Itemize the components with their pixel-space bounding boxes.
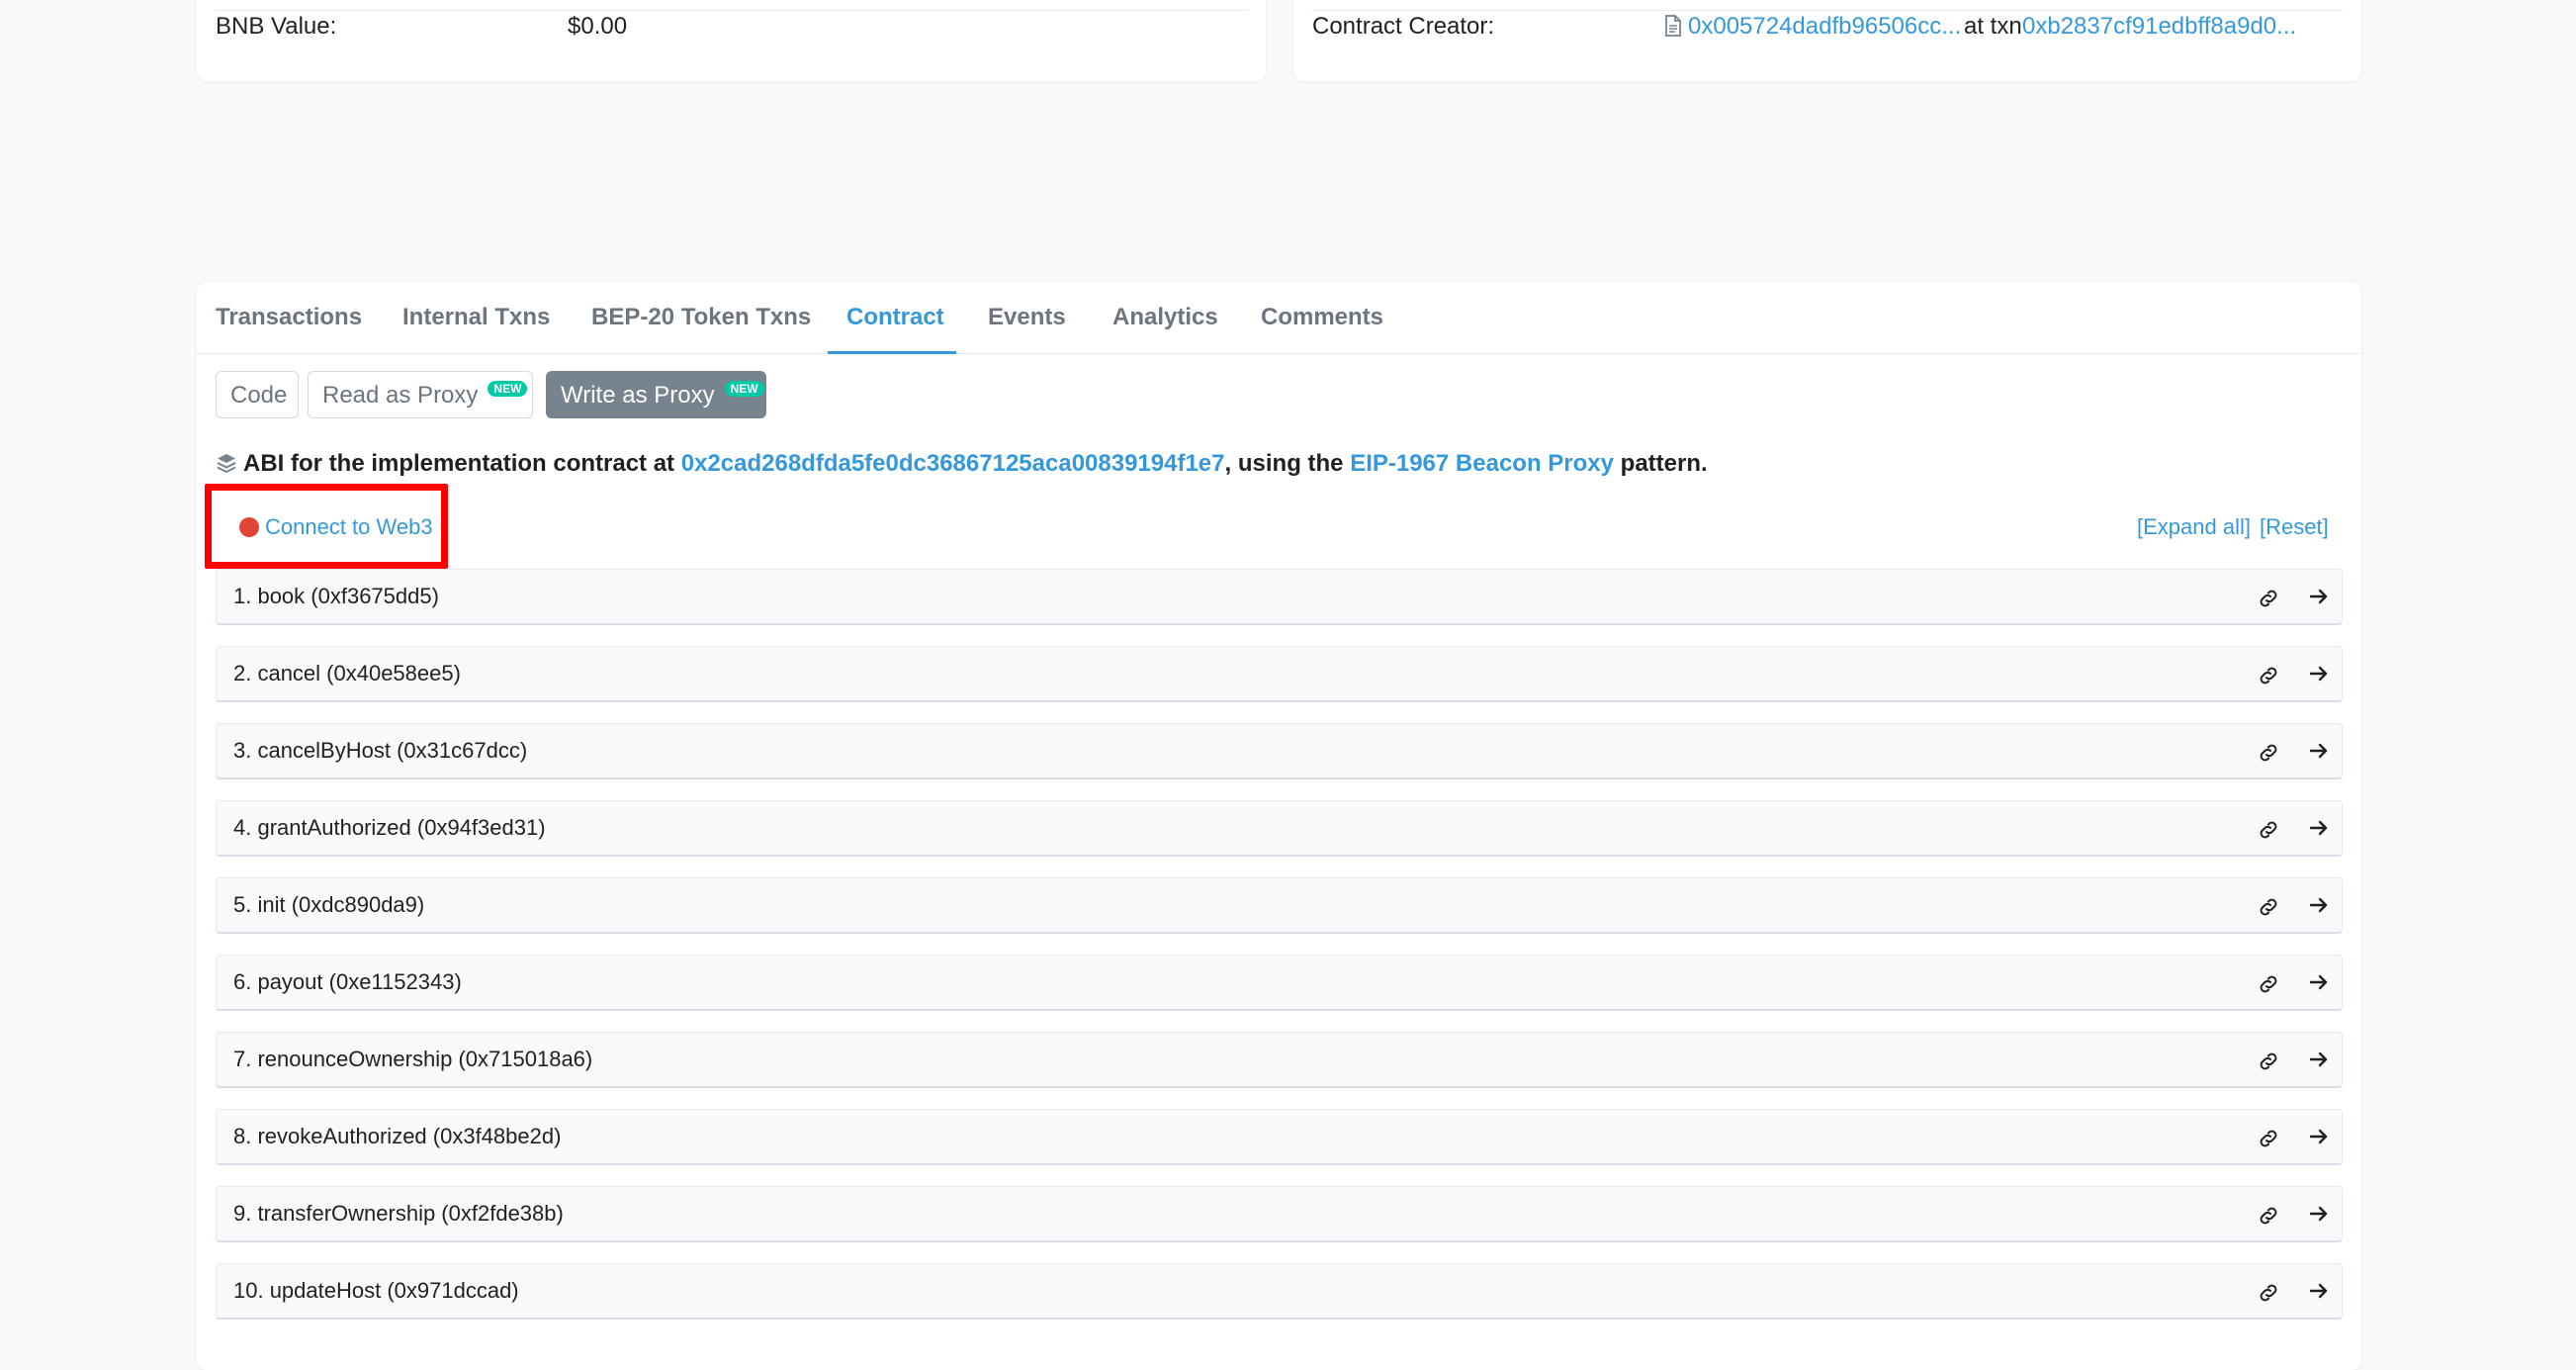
function-label: 5. init (0xdc890da9) — [233, 892, 425, 917]
function-label: 6. payout (0xe1152343) — [233, 969, 462, 994]
arrow-right-icon[interactable] — [2307, 1048, 2331, 1071]
function-row[interactable]: 7. renounceOwnership (0x715018a6) — [216, 1032, 2343, 1088]
link-icon[interactable] — [2257, 1281, 2280, 1305]
layers-icon — [217, 454, 236, 474]
function-label: 1. book (0xf3675dd5) — [233, 584, 439, 608]
function-label: 8. revokeAuthorized (0x3f48be2d) — [233, 1124, 562, 1148]
code-button-label: Code — [230, 382, 288, 409]
bnb-value-label: BNB Value: — [216, 13, 337, 40]
link-icon[interactable] — [2257, 741, 2280, 765]
connect-to-web3-button[interactable]: Connect to Web3 — [239, 512, 433, 542]
abi-middle: , using the — [1224, 450, 1344, 477]
link-icon[interactable] — [2257, 587, 2280, 610]
function-row[interactable]: 1. book (0xf3675dd5) — [216, 569, 2343, 625]
write-as-proxy-label: Write as Proxy — [561, 382, 715, 409]
at-txn-label: at txn — [1964, 13, 2022, 40]
abi-suffix: pattern. — [1620, 450, 1708, 477]
implementation-address-link[interactable]: 0x2cad268dfda5fe0dc36867125aca00839194f1… — [681, 450, 1225, 477]
arrow-right-icon[interactable] — [2307, 585, 2331, 608]
link-icon[interactable] — [2257, 1204, 2280, 1228]
read-as-proxy-button[interactable]: Read as Proxy NEW — [308, 371, 533, 418]
link-icon[interactable] — [2257, 1127, 2280, 1150]
contract-tabs-card: Transactions Internal Txns BEP-20 Token … — [197, 282, 2361, 1370]
code-button[interactable]: Code — [216, 371, 299, 418]
function-row[interactable]: 6. payout (0xe1152343) — [216, 955, 2343, 1011]
function-row[interactable]: 5. init (0xdc890da9) — [216, 877, 2343, 934]
more-info-card: Contract Creator: 0x005724dadfb96506cc..… — [1293, 0, 2361, 81]
arrow-right-icon[interactable] — [2307, 970, 2331, 994]
function-row[interactable]: 3. cancelByHost (0x31c67dcc) — [216, 723, 2343, 779]
tab-bar: Transactions Internal Txns BEP-20 Token … — [197, 282, 2361, 354]
function-label: 4. grantAuthorized (0x94f3ed31) — [233, 815, 546, 840]
arrow-right-icon[interactable] — [2307, 662, 2331, 685]
tab-contract[interactable]: Contract — [846, 302, 944, 333]
function-row[interactable]: 2. cancel (0x40e58ee5) — [216, 646, 2343, 702]
tab-analytics[interactable]: Analytics — [1112, 302, 1218, 333]
new-badge: NEW — [724, 381, 764, 397]
arrow-right-icon[interactable] — [2307, 1279, 2331, 1303]
arrow-right-icon[interactable] — [2307, 1125, 2331, 1148]
link-icon[interactable] — [2257, 972, 2280, 996]
function-label: 2. cancel (0x40e58ee5) — [233, 661, 461, 685]
overview-card: BNB Value: $0.00 — [197, 0, 1266, 81]
function-label: 7. renounceOwnership (0x715018a6) — [233, 1047, 593, 1071]
function-row[interactable]: 10. updateHost (0x971dccad) — [216, 1263, 2343, 1320]
eip1967-pattern-link[interactable]: EIP-1967 Beacon Proxy — [1350, 450, 1614, 477]
tab-bep20-token-txns[interactable]: BEP-20 Token Txns — [591, 302, 811, 333]
active-tab-indicator — [828, 351, 956, 354]
write-as-proxy-button[interactable]: Write as Proxy NEW — [546, 371, 766, 418]
document-icon — [1665, 15, 1681, 37]
creator-address-link[interactable]: 0x005724dadfb96506cc... — [1688, 13, 1961, 40]
tab-transactions[interactable]: Transactions — [216, 302, 362, 333]
expand-all-link[interactable]: [Expand all] — [2137, 512, 2251, 542]
function-label: 9. transferOwnership (0xf2fde38b) — [233, 1201, 564, 1226]
function-row[interactable]: 8. revokeAuthorized (0x3f48be2d) — [216, 1109, 2343, 1165]
arrow-right-icon[interactable] — [2307, 739, 2331, 763]
contract-creator-value: 0x005724dadfb96506cc... — [1664, 13, 1961, 41]
link-icon[interactable] — [2257, 664, 2280, 687]
link-icon[interactable] — [2257, 818, 2280, 842]
reset-link[interactable]: [Reset] — [2260, 512, 2329, 542]
creator-txn-link[interactable]: 0xb2837cf91edbff8a9d0... — [2022, 13, 2296, 41]
function-row[interactable]: 4. grantAuthorized (0x94f3ed31) — [216, 800, 2343, 857]
connect-label: Connect to Web3 — [265, 514, 433, 539]
contract-creator-label: Contract Creator: — [1312, 13, 1495, 40]
link-icon[interactable] — [2257, 895, 2280, 919]
divider — [1312, 10, 2343, 11]
new-badge: NEW — [488, 381, 528, 397]
function-label: 3. cancelByHost (0x31c67dcc) — [233, 738, 528, 763]
abi-info: ABI for the implementation contract at 0… — [216, 448, 1708, 480]
function-label: 10. updateHost (0x971dccad) — [233, 1278, 519, 1303]
link-icon[interactable] — [2257, 1050, 2280, 1073]
arrow-right-icon[interactable] — [2307, 893, 2331, 917]
bnb-value: $0.00 — [568, 13, 628, 40]
arrow-right-icon[interactable] — [2307, 816, 2331, 840]
read-as-proxy-label: Read as Proxy — [322, 382, 479, 409]
divider — [216, 10, 1247, 11]
tab-internal-txns[interactable]: Internal Txns — [402, 302, 550, 333]
status-dot-icon — [239, 517, 259, 537]
tab-events[interactable]: Events — [988, 302, 1066, 333]
tab-comments[interactable]: Comments — [1261, 302, 1383, 333]
function-row[interactable]: 9. transferOwnership (0xf2fde38b) — [216, 1186, 2343, 1242]
arrow-right-icon[interactable] — [2307, 1202, 2331, 1226]
abi-prefix: ABI for the implementation contract at — [243, 450, 675, 477]
